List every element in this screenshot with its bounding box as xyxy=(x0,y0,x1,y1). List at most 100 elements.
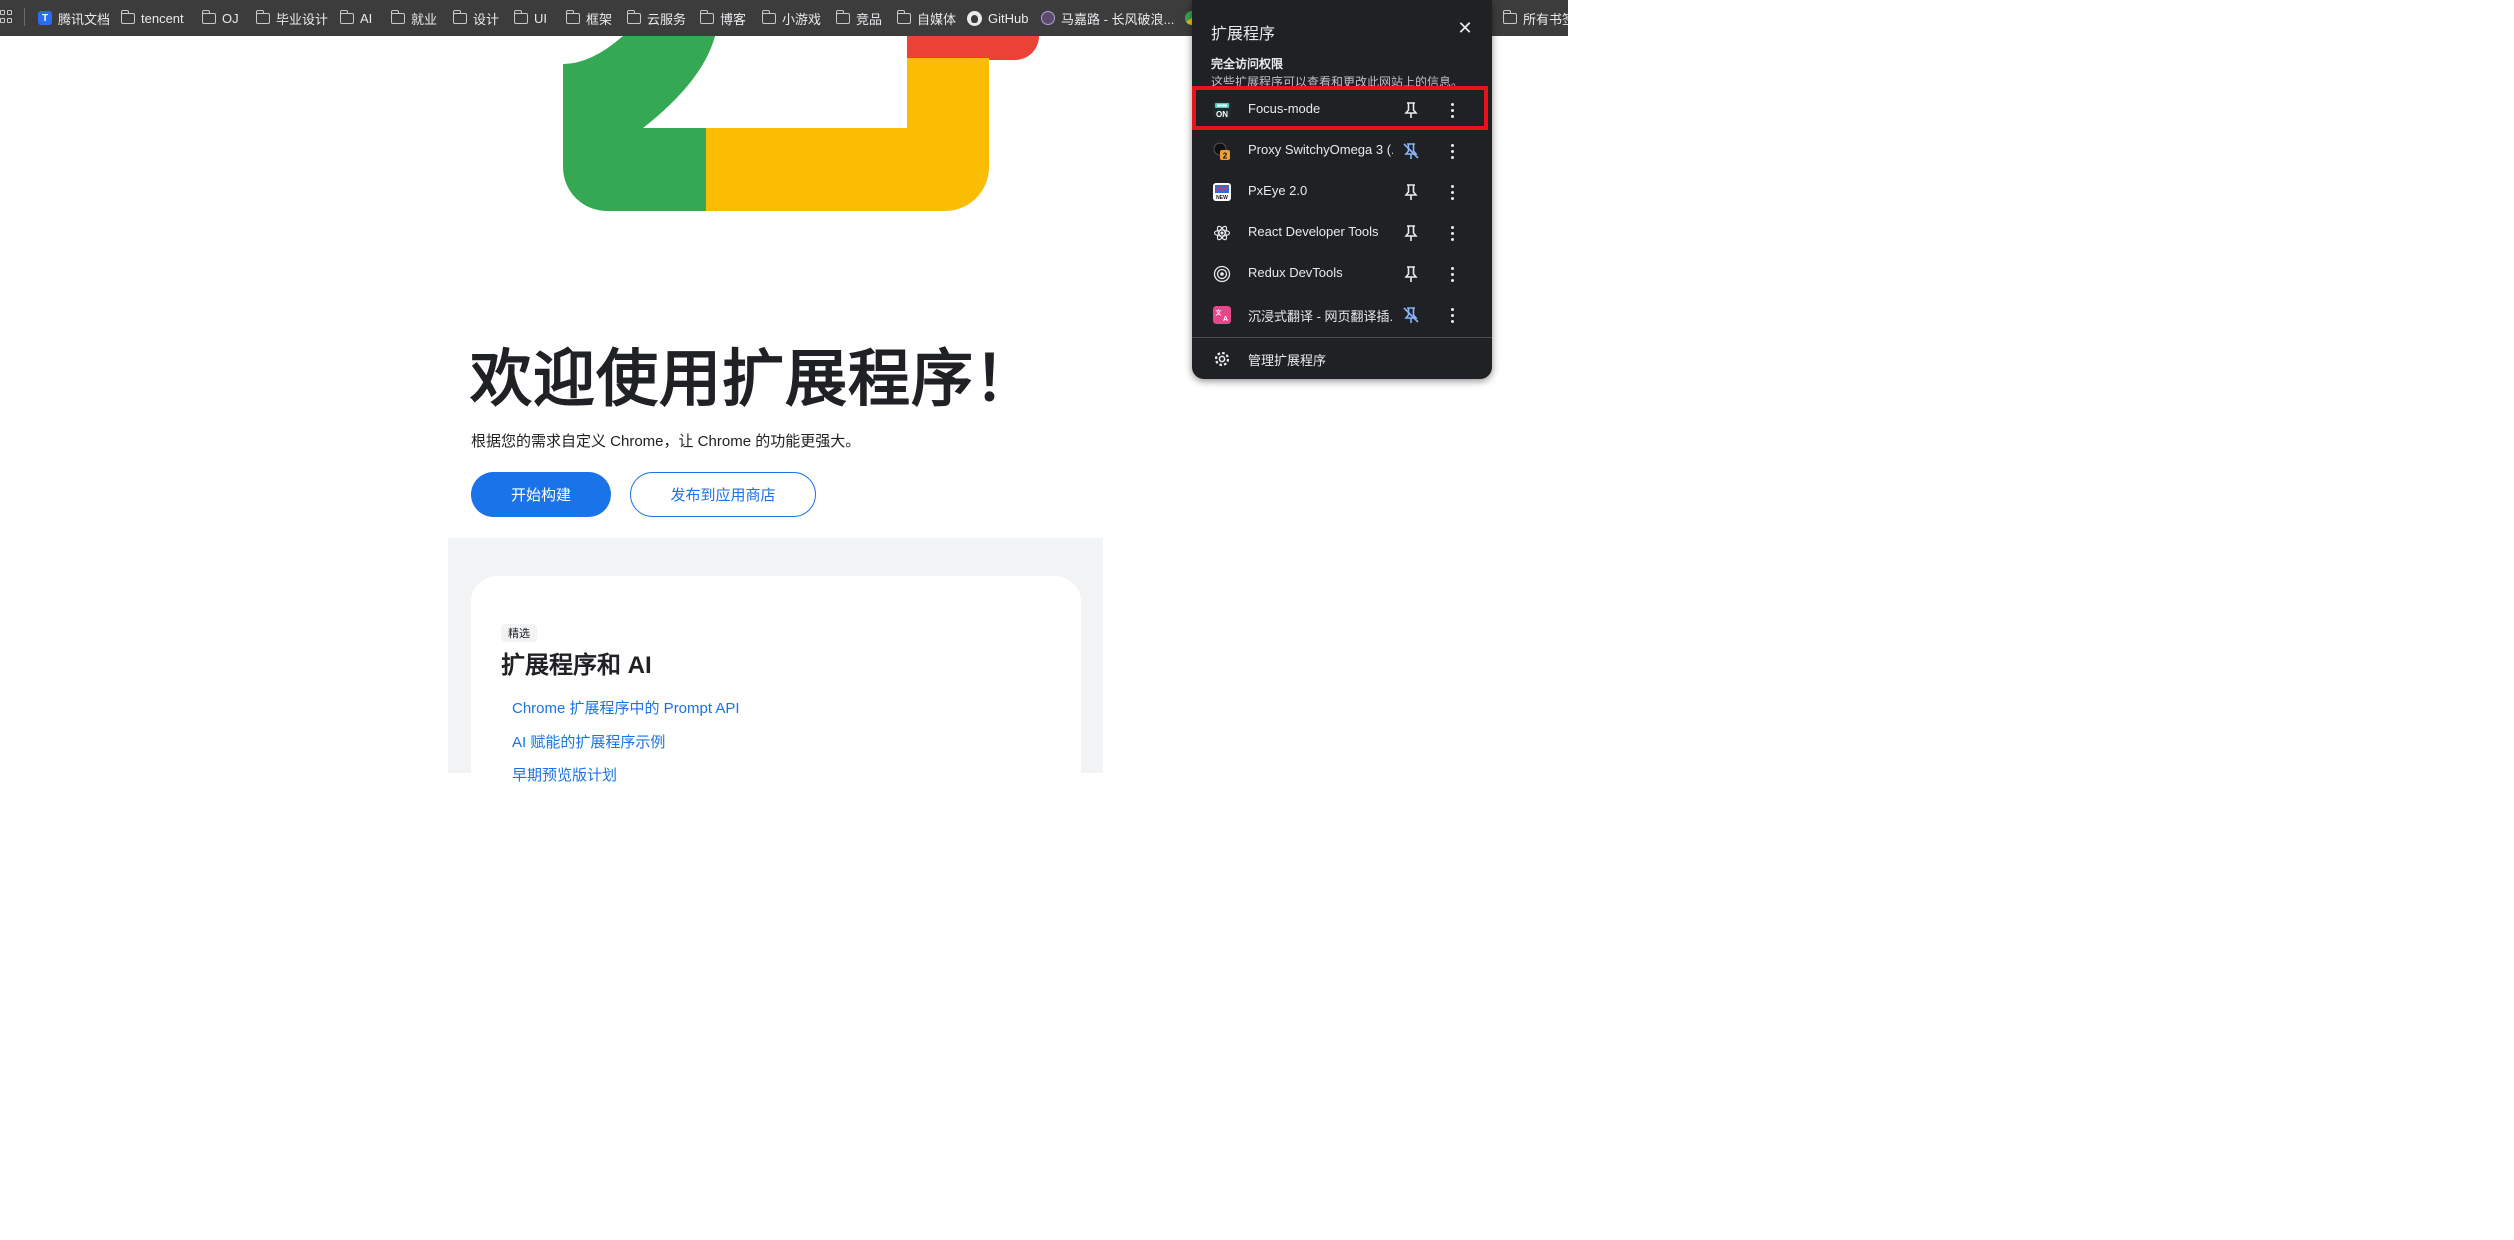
bookmark-label: tencent xyxy=(141,10,184,26)
bookmark-folder-games[interactable]: 小游戏 xyxy=(761,0,822,36)
folder-icon xyxy=(1502,9,1517,24)
globe-icon xyxy=(1041,11,1055,25)
bookmark-folder-cloud[interactable]: 云服务 xyxy=(626,0,687,36)
link-early-preview[interactable]: 早期预览版计划 xyxy=(512,764,617,785)
full-access-description: 这些扩展程序可以查看和更改此网站上的信息。 xyxy=(1211,75,1464,86)
bookmark-label: 框架 xyxy=(586,11,613,27)
bookmark-label: 设计 xyxy=(473,11,500,27)
bookmark-folder-oj[interactable]: OJ xyxy=(201,0,239,36)
more-options-icon[interactable] xyxy=(1444,222,1460,244)
bookmark-github[interactable]: GitHub xyxy=(967,0,1028,36)
publish-store-button[interactable]: 发布到应用商店 xyxy=(630,472,816,517)
all-bookmarks-label: 所有书签 xyxy=(1523,11,1568,27)
folder-icon xyxy=(390,9,405,24)
bookmark-label: 小游戏 xyxy=(782,11,822,27)
link-ai-samples[interactable]: AI 赋能的扩展程序示例 xyxy=(512,731,665,752)
full-access-heading: 完全访问权限 xyxy=(1211,57,1284,71)
pin-icon[interactable] xyxy=(1400,222,1422,244)
start-building-button[interactable]: 开始构建 xyxy=(471,472,611,517)
bookmark-folder-graduation[interactable]: 毕业设计 xyxy=(255,0,329,36)
all-bookmarks[interactable]: 所有书签 xyxy=(1502,0,1568,36)
bookmark-tencent-docs[interactable]: T 腾讯文档 xyxy=(38,0,110,36)
bookmark-folder-tencent[interactable]: tencent xyxy=(120,0,184,36)
immersive-translate-icon: 文 A xyxy=(1213,306,1231,324)
folder-icon xyxy=(339,9,354,24)
extension-item-proxy-switchyomega[interactable]: 2 Proxy SwitchyOmega 3 (... xyxy=(1192,130,1492,171)
extension-item-react-devtools[interactable]: React Developer Tools xyxy=(1192,212,1492,253)
pin-icon[interactable] xyxy=(1400,181,1422,203)
popup-title: 扩展程序 xyxy=(1211,26,1276,43)
bookmark-label: 竞品 xyxy=(856,11,883,27)
bookmark-folder-frameworks[interactable]: 框架 xyxy=(565,0,613,36)
bookmark-label: 毕业设计 xyxy=(276,11,329,27)
more-options-icon[interactable] xyxy=(1444,304,1460,326)
pin-icon[interactable] xyxy=(1400,263,1422,285)
extension-name: PxEye 2.0 xyxy=(1248,183,1308,198)
logo-red-shape xyxy=(907,36,1039,60)
gear-icon xyxy=(1214,351,1230,367)
proxy-switchyomega-icon: 2 xyxy=(1213,142,1230,161)
folder-icon xyxy=(120,9,135,24)
bookmark-folder-ui[interactable]: UI xyxy=(513,0,547,36)
bookmark-folder-competitors[interactable]: 竞品 xyxy=(835,0,883,36)
apps-grid-icon[interactable] xyxy=(0,10,12,24)
extension-item-pxeye[interactable]: NEW PxEye 2.0 xyxy=(1192,171,1492,212)
unpin-icon[interactable] xyxy=(1400,140,1422,162)
svg-text:A: A xyxy=(1223,316,1228,323)
unpin-icon[interactable] xyxy=(1400,304,1422,326)
folder-icon xyxy=(896,9,911,24)
tencent-docs-icon: T xyxy=(38,11,52,25)
logo-yellow-base xyxy=(706,128,989,211)
bookmarks-separator xyxy=(24,8,25,26)
bookmark-label: 腾讯文档 xyxy=(58,11,111,27)
bookmark-label: 博客 xyxy=(720,11,747,27)
extensions-popup: 扩展程序 ✕ 完全访问权限 这些扩展程序可以查看和更改此网站上的信息。 ON F… xyxy=(1192,0,1492,379)
folder-icon xyxy=(452,9,467,24)
more-options-icon[interactable] xyxy=(1444,140,1460,162)
focus-mode-highlight-box xyxy=(1192,86,1488,130)
bookmark-folder-ai[interactable]: AI xyxy=(339,0,373,36)
logo-green-shape xyxy=(563,36,715,128)
more-options-icon[interactable] xyxy=(1444,181,1460,203)
svg-text:文: 文 xyxy=(1214,309,1222,317)
bookmark-folder-media[interactable]: 自媒体 xyxy=(896,0,957,36)
featured-chip: 精选 xyxy=(501,624,537,642)
extension-item-immersive-translate[interactable]: 文 A 沉浸式翻译 - 网页翻译插... xyxy=(1192,294,1492,335)
close-icon[interactable]: ✕ xyxy=(1455,18,1475,38)
svg-text:2: 2 xyxy=(1223,152,1228,161)
react-icon xyxy=(1213,225,1231,241)
folder-icon xyxy=(699,9,714,24)
page-title: 欢迎使用扩展程序！ xyxy=(470,345,1038,414)
more-options-icon[interactable] xyxy=(1444,263,1460,285)
extension-name: 沉浸式翻译 - 网页翻译插... xyxy=(1248,309,1393,324)
bookmark-folder-design[interactable]: 设计 xyxy=(452,0,500,36)
bookmark-blog-majialu[interactable]: 马嘉路 - 长风破浪... xyxy=(1041,0,1174,36)
folder-icon xyxy=(255,9,270,24)
bookmark-label: AI xyxy=(360,10,373,26)
bookmark-label: UI xyxy=(534,10,547,26)
redux-icon xyxy=(1213,265,1231,283)
svg-text:NEW: NEW xyxy=(1216,195,1228,201)
folder-icon xyxy=(835,9,850,24)
pxeye-icon: NEW xyxy=(1213,183,1231,201)
bookmark-label: OJ xyxy=(222,10,239,26)
folder-icon xyxy=(513,9,528,24)
manage-extensions-label: 管理扩展程序 xyxy=(1248,353,1327,368)
logo-green-base xyxy=(563,128,706,211)
extension-item-redux-devtools[interactable]: Redux DevTools xyxy=(1192,253,1492,294)
extension-name: Redux DevTools xyxy=(1248,265,1343,280)
folder-icon xyxy=(201,9,216,24)
featured-card xyxy=(471,576,1081,796)
link-prompt-api[interactable]: Chrome 扩展程序中的 Prompt API xyxy=(512,697,740,718)
bookmark-folder-jobs[interactable]: 就业 xyxy=(390,0,437,36)
folder-icon xyxy=(761,9,776,24)
manage-extensions-item[interactable]: 管理扩展程序 xyxy=(1192,338,1492,378)
extension-name: Proxy SwitchyOmega 3 (... xyxy=(1248,142,1393,157)
folder-icon xyxy=(626,9,641,24)
bookmark-label: 云服务 xyxy=(647,11,687,27)
bookmark-label: 马嘉路 - 长风破浪... xyxy=(1061,11,1175,27)
bookmark-folder-blog[interactable]: 博客 xyxy=(699,0,747,36)
github-icon xyxy=(967,10,982,26)
folder-icon xyxy=(565,9,580,24)
bookmark-label: 自媒体 xyxy=(917,11,957,27)
